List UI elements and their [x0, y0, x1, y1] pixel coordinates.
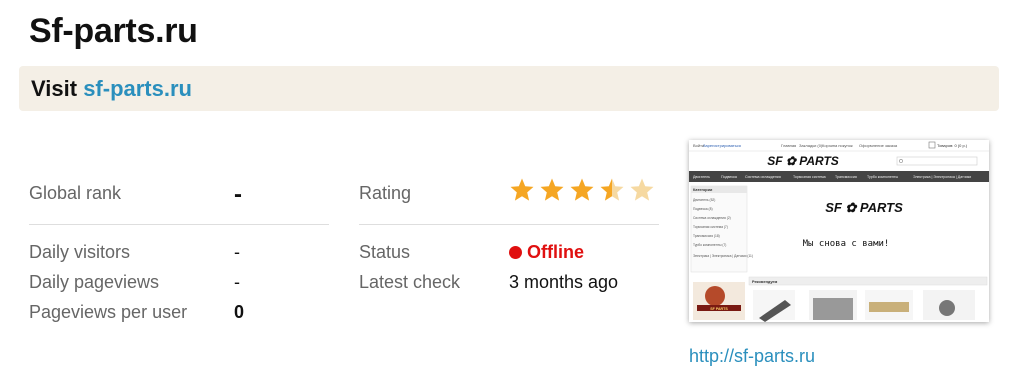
thumb-recommended-title: Рекомендуем [752, 280, 777, 284]
visit-prefix: Visit [31, 76, 78, 101]
visit-text: Visit sf-parts.ru [31, 76, 192, 102]
thumb-nav-item: Трансмиссия [835, 175, 857, 179]
thumb-top-link: Корзина покупок [822, 143, 853, 148]
thumb-top-link: Оформление заказа [859, 143, 898, 148]
pageviews-per-user-label: Pageviews per user [29, 302, 188, 322]
thumb-nav-item: Электрика | Электроника | Датчики [913, 175, 971, 179]
thumb-categories-title: Категории [693, 188, 713, 192]
thumb-nav-item: Тормозная система [793, 175, 826, 179]
thumb-category-item: Трансмиссия (18) [693, 234, 720, 238]
thumb-top-link: Закладки (0) [799, 143, 823, 148]
daily-pageviews-value: - [234, 272, 240, 292]
divider-middle [359, 224, 659, 225]
star-icon [630, 178, 654, 201]
latest-check-label: Latest check [359, 272, 461, 292]
thumb-category-item: Двигатель (52) [693, 198, 715, 202]
thumb-nav-item: Турбо компоненты [867, 175, 898, 179]
status-dot-icon [509, 246, 522, 259]
star-icon [570, 178, 594, 201]
visit-site-link[interactable]: sf-parts.ru [83, 76, 192, 101]
thumb-nav-item: Двигатель [693, 175, 710, 179]
status-value: Offline [509, 242, 584, 263]
rating-label: Rating [359, 183, 412, 203]
global-rank-value: - [234, 181, 242, 208]
daily-pageviews-label: Daily pageviews [29, 272, 160, 292]
daily-visitors-value: - [234, 242, 240, 262]
pageviews-per-user-value: 0 [234, 302, 245, 322]
thumb-banner-logo: SF ✿ PARTS [825, 200, 903, 215]
thumb-logo: SF ✿ PARTS [767, 154, 839, 168]
thumb-category-item: Система охлаждения (2) [693, 216, 731, 220]
thumb-top-link: Зарегистрироваться [703, 143, 741, 148]
thumb-nav-item: Подвеска [721, 175, 737, 179]
star-icon [510, 178, 534, 201]
star-icon [540, 178, 564, 201]
divider-left [29, 224, 329, 225]
daily-visitors-label: Daily visitors [29, 242, 131, 262]
page-title: Sf-parts.ru [29, 12, 198, 50]
thumb-slogan: Мы снова с вами! [803, 239, 890, 249]
site-url-link[interactable]: http://sf-parts.ru [689, 346, 815, 367]
thumb-search-input [896, 156, 978, 166]
thumb-category-item: Электрика | Электроника | Датчики (11) [693, 254, 753, 258]
thumb-nav-item: Система охлаждения [745, 175, 781, 179]
thumb-cart-text: Товаров: 0 (0 р.) [937, 143, 968, 148]
thumb-badge-text: SF PARTS [710, 307, 728, 311]
star-icon [600, 178, 624, 201]
global-rank-label: Global rank [29, 183, 122, 203]
thumb-category-item: Турбо компоненты (7) [693, 243, 726, 247]
thumb-category-item: Подвеска (8) [693, 207, 713, 211]
rating-stars [509, 177, 655, 203]
visit-bar: Visit sf-parts.ru [19, 66, 999, 111]
thumb-top-link: Главная [781, 143, 796, 148]
site-thumbnail[interactable]: Войти Зарегистрироваться Главная Закладк… [689, 140, 989, 322]
thumb-category-item: Тормозная система (7) [693, 225, 728, 229]
status-label: Status [359, 242, 411, 262]
status-text: Offline [527, 242, 584, 262]
latest-check-value: 3 months ago [509, 272, 619, 292]
